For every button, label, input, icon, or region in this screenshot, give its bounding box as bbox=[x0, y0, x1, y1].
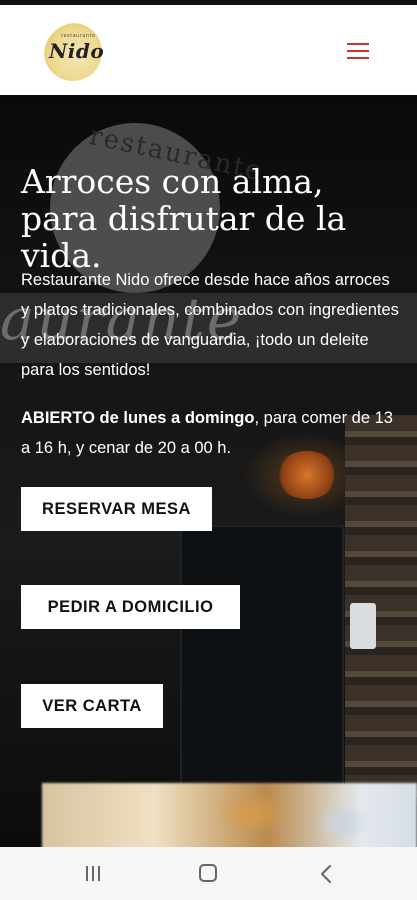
nido-logo[interactable]: restaurante Nido bbox=[44, 23, 105, 81]
logo-text: Nido bbox=[49, 39, 105, 63]
back-icon[interactable] bbox=[318, 864, 336, 884]
food-photo bbox=[42, 783, 417, 847]
recent-bar bbox=[92, 866, 94, 881]
back-chevron bbox=[321, 865, 331, 883]
menu-line bbox=[347, 57, 369, 59]
pedir-a-domicilio-button[interactable]: PEDIR A DOMICILIO bbox=[21, 585, 240, 629]
opening-hours: ABIERTO de lunes a domingo, para comer d… bbox=[21, 403, 401, 463]
menu-line bbox=[347, 50, 369, 52]
hamburger-icon[interactable] bbox=[345, 39, 373, 63]
hero-description: Restaurante Nido ofrece desde hace años … bbox=[21, 271, 399, 379]
hero-section: restaurante aurante Arroces con alma, pa… bbox=[0, 95, 417, 847]
ver-carta-button[interactable]: VER CARTA bbox=[21, 684, 163, 728]
hero-title: Arroces con alma, para disfrutar de la v… bbox=[21, 162, 347, 275]
hero-bg-dispenser bbox=[350, 603, 376, 649]
reservar-mesa-button[interactable]: RESERVAR MESA bbox=[21, 487, 212, 531]
recent-bar bbox=[86, 866, 88, 881]
recent-bar bbox=[98, 866, 100, 881]
site-header: restaurante Nido bbox=[0, 5, 417, 95]
android-nav-bar bbox=[0, 847, 417, 900]
hero-bg-door bbox=[180, 525, 344, 789]
home-icon[interactable] bbox=[199, 864, 217, 882]
menu-line bbox=[347, 43, 369, 45]
recent-apps-icon[interactable] bbox=[82, 864, 104, 884]
opening-hours-bold: ABIERTO de lunes a domingo bbox=[21, 409, 255, 427]
